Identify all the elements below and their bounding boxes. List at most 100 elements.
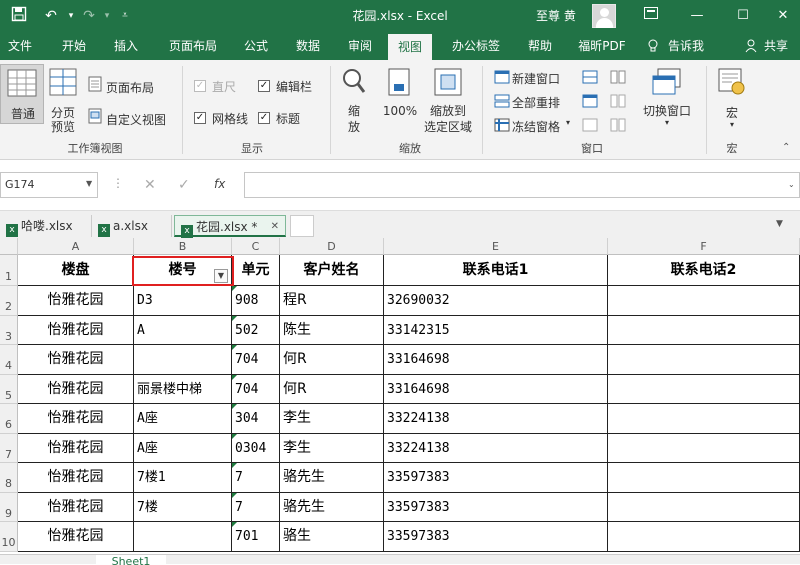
zoom-button[interactable]: 缩 放 [338,66,370,136]
table-cell[interactable]: 怡雅花园 [18,404,134,434]
insert-function-icon[interactable]: fx [214,177,225,191]
table-cell[interactable] [134,522,232,552]
row-header[interactable]: 9 [0,492,18,522]
tab-office-tab[interactable]: 办公标签 [444,32,508,60]
table-cell[interactable]: 怡雅花园 [18,492,134,522]
row-header[interactable]: 1 [0,255,18,286]
table-header-cell[interactable]: 楼盘 [18,255,134,286]
table-cell[interactable]: A [134,315,232,345]
table-cell[interactable]: 骆生 [280,522,384,552]
doc-tab-a[interactable]: x a.xlsx [92,215,172,237]
table-cell[interactable]: 何R [280,345,384,375]
table-cell[interactable]: 丽景楼中梯 [134,374,232,404]
tab-insert[interactable]: 插入 [106,32,146,60]
hide-icon[interactable] [582,94,598,111]
table-cell[interactable] [608,433,800,463]
table-cell[interactable]: 33597383 [384,492,608,522]
tab-help[interactable]: 帮助 [520,32,560,60]
enter-icon[interactable]: ✓ [178,177,190,193]
table-cell[interactable]: 33224138 [384,404,608,434]
table-cell[interactable]: 程R [280,286,384,316]
column-header-a[interactable]: A [18,238,134,255]
tab-list-dropdown-icon[interactable]: ▼ [776,219,783,229]
close-icon[interactable]: ✕ [766,0,800,32]
table-cell[interactable]: 704 [232,374,280,404]
new-tab-button[interactable] [290,215,314,237]
close-tab-icon[interactable]: ✕ [271,216,279,238]
table-header-cell[interactable]: 联系电话2 [608,255,800,286]
user-name[interactable]: 至尊 黄 [536,0,576,32]
tab-page-layout[interactable]: 页面布局 [160,32,226,60]
tab-file[interactable]: 文件 [0,32,40,60]
customize-icon[interactable]: ⩡ [114,6,136,26]
table-cell[interactable]: 怡雅花园 [18,286,134,316]
table-cell[interactable]: 704 [232,345,280,375]
select-all-corner[interactable] [0,238,18,255]
arrange-all-button[interactable]: 全部重排 [512,94,560,111]
unhide-icon[interactable] [582,118,598,135]
table-cell[interactable]: 7 [232,492,280,522]
synchronous-scrolling-icon[interactable] [610,94,626,111]
table-cell[interactable]: 7楼1 [134,463,232,493]
tab-review[interactable]: 审阅 [340,32,380,60]
table-cell[interactable]: 701 [232,522,280,552]
column-header-b[interactable]: B [134,238,232,255]
row-header[interactable]: 4 [0,345,18,375]
share-button[interactable]: 共享 [760,32,792,60]
view-side-by-side-icon[interactable] [610,70,626,87]
new-window-button[interactable]: 新建窗口 [512,70,560,87]
row-header[interactable]: 8 [0,463,18,493]
freeze-panes-dropdown-icon[interactable]: ▾ [566,118,570,127]
avatar[interactable] [592,4,616,28]
tell-me-search[interactable]: 告诉我 [664,32,708,60]
table-cell[interactable]: A座 [134,433,232,463]
table-cell[interactable] [608,315,800,345]
table-cell[interactable]: 0304 [232,433,280,463]
row-header[interactable]: 5 [0,374,18,404]
table-cell[interactable] [608,522,800,552]
table-cell[interactable]: 怡雅花园 [18,463,134,493]
page-break-preview-button[interactable]: 分页 预览 [46,64,80,134]
column-header-e[interactable]: E [384,238,608,255]
table-cell[interactable]: 33142315 [384,315,608,345]
table-cell[interactable]: 李生 [280,433,384,463]
tab-foxit-pdf[interactable]: 福昕PDF [572,32,632,60]
name-box-dropdown-icon[interactable]: ▼ [86,179,92,188]
table-cell[interactable] [608,345,800,375]
row-header[interactable]: 3 [0,315,18,345]
table-cell[interactable]: 李生 [280,404,384,434]
table-cell[interactable] [134,345,232,375]
zoom-to-selection-button[interactable]: 缩放到 选定区域 [420,66,476,136]
ribbon-display-icon[interactable] [634,0,668,32]
freeze-panes-button[interactable]: 冻结窗格 [512,118,560,135]
table-cell[interactable]: 33224138 [384,433,608,463]
table-cell[interactable]: 502 [232,315,280,345]
row-header[interactable]: 6 [0,404,18,434]
table-cell[interactable]: 怡雅花园 [18,345,134,375]
table-cell[interactable]: 7楼 [134,492,232,522]
row-header[interactable]: 10 [0,522,18,552]
gridlines-checkbox[interactable]: ✓ [194,112,206,124]
table-cell[interactable]: A座 [134,404,232,434]
cancel-icon[interactable]: ✕ [144,177,156,193]
row-header[interactable]: 2 [0,286,18,316]
table-cell[interactable]: 陈生 [280,315,384,345]
expand-formula-bar-icon[interactable]: ⌄ [788,180,795,189]
ruler-checkbox[interactable]: ✓ [194,80,206,92]
table-header-cell[interactable]: 单元 [232,255,280,286]
tab-home[interactable]: 开始 [54,32,94,60]
tab-data[interactable]: 数据 [288,32,328,60]
headings-checkbox[interactable]: ✓ [258,112,270,124]
table-cell[interactable] [608,463,800,493]
collapse-ribbon-icon[interactable]: ⌃ [782,142,790,153]
column-header-f[interactable]: F [608,238,800,255]
table-cell[interactable] [608,286,800,316]
undo-icon[interactable]: ↶ [40,6,62,26]
table-cell[interactable]: 怡雅花园 [18,315,134,345]
save-icon[interactable] [8,6,30,26]
minimize-icon[interactable]: — [680,0,714,32]
table-header-cell[interactable]: 联系电话1 [384,255,608,286]
formula-input[interactable] [244,172,800,198]
page-layout-button[interactable]: 页面布局 [106,79,154,96]
table-cell[interactable]: D3 [134,286,232,316]
